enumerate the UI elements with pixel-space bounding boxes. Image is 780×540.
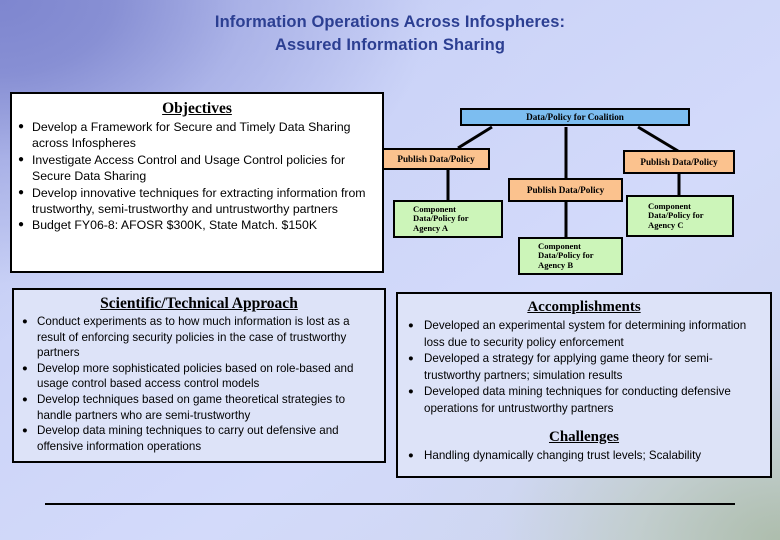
diagram-node-label-line: Agency C xyxy=(648,219,684,230)
bullet-icon: ● xyxy=(18,153,25,165)
challenges-heading: Challenges xyxy=(548,428,619,445)
bullet-icon: ● xyxy=(408,449,414,461)
accomplishments-panel: Accomplishments ● Developed an experimen… xyxy=(396,292,772,478)
accomplishments-list: ● Developed an experimental system for d… xyxy=(408,318,760,418)
diagram-node-label-line: Data/Policy for xyxy=(648,210,704,221)
diagram-node-label: Component Data/Policy for Agency B xyxy=(538,240,594,271)
bullet-icon: ● xyxy=(18,219,25,231)
diagram-node-label: Component Data/Policy for Agency A xyxy=(413,203,469,234)
diagram-node-label: Publish Data/Policy xyxy=(526,185,605,195)
diagram-node-publish-a: Publish Data/Policy xyxy=(382,148,490,170)
diagram-node-label: Publish Data/Policy xyxy=(640,157,718,167)
list-item-text: Handling dynamically changing trust leve… xyxy=(424,448,702,462)
list-item: ● Developed a strategy for applying game… xyxy=(408,351,760,384)
bullet-icon: ● xyxy=(22,425,28,437)
list-item: ● Developed an experimental system for d… xyxy=(408,318,760,351)
list-item-text: Conduct experiments as to how much infor… xyxy=(37,315,350,360)
objectives-heading: Objectives xyxy=(162,100,232,117)
list-item: ● Develop a Framework for Secure and Tim… xyxy=(18,119,376,152)
diagram-node-coalition: Data/Policy for Coalition xyxy=(460,108,690,126)
bullet-icon: ● xyxy=(408,353,414,365)
diagram-node-label-line: Agency A xyxy=(413,222,449,233)
list-item: ● Developed data mining techniques for c… xyxy=(408,384,760,417)
diagram-node-label-line: Data/Policy for xyxy=(413,213,469,224)
bullet-icon: ● xyxy=(408,386,414,398)
page-title: Information Operations Across Infosphere… xyxy=(0,11,780,57)
diagram-node-label: Publish Data/Policy xyxy=(397,154,475,164)
slide-canvas: Information Operations Across Infosphere… xyxy=(0,0,780,540)
list-item: ● Conduct experiments as to how much inf… xyxy=(22,314,376,361)
list-item: ● Handling dynamically changing trust le… xyxy=(408,448,760,465)
list-item-text: Develop techniques based on game theoret… xyxy=(37,392,346,422)
list-item: ● Budget FY06-8: AFOSR $300K, State Matc… xyxy=(18,217,376,233)
bullet-icon: ● xyxy=(22,362,28,374)
diagram-node-label: Data/Policy for Coalition xyxy=(526,112,624,122)
diagram-node-label-line: Data/Policy for xyxy=(538,250,594,261)
list-item-text: Developed an experimental system for det… xyxy=(424,319,747,349)
diagram-node-component-a: Component Data/Policy for Agency A xyxy=(393,200,503,238)
objectives-panel: Objectives ● Develop a Framework for Sec… xyxy=(10,92,384,273)
diagram-node-component-c: Component Data/Policy for Agency C xyxy=(626,195,734,237)
list-item: ● Develop more sophisticated policies ba… xyxy=(22,361,376,392)
diagram-node-label-line: Component xyxy=(648,200,691,211)
diagram-node-label-line: Agency B xyxy=(538,259,574,270)
accomplishments-heading: Accomplishments xyxy=(527,299,641,315)
list-item-text: Develop innovative techniques for extrac… xyxy=(32,185,366,217)
list-item-text: Develop data mining techniques to carry … xyxy=(37,424,339,453)
bullet-icon: ● xyxy=(22,393,28,405)
list-item-text: Budget FY06-8: AFOSR $300K, State Match.… xyxy=(32,218,318,233)
list-item: ● Investigate Access Control and Usage C… xyxy=(18,152,376,185)
footer-divider xyxy=(45,503,735,505)
challenges-list: ● Handling dynamically changing trust le… xyxy=(408,448,760,465)
list-item-text: Developed data mining techniques for con… xyxy=(424,385,731,415)
list-item-text: Investigate Access Control and Usage Con… xyxy=(32,152,346,184)
bullet-icon: ● xyxy=(408,320,414,331)
bullet-icon: ● xyxy=(18,121,25,132)
diagram-node-label: Component Data/Policy for Agency C xyxy=(648,200,704,231)
diagram-node-publish-b: Publish Data/Policy xyxy=(508,178,623,202)
approach-panel: Scientific/Technical Approach ● Conduct … xyxy=(12,288,386,463)
list-item: ● Develop techniques based on game theor… xyxy=(22,392,376,423)
approach-heading: Scientific/Technical Approach xyxy=(100,295,298,312)
list-item: ● Develop innovative techniques for extr… xyxy=(18,185,376,218)
diagram-node-label-line: Component xyxy=(538,240,581,251)
approach-list: ● Conduct experiments as to how much inf… xyxy=(22,314,376,454)
diagram-node-publish-c: Publish Data/Policy xyxy=(623,150,735,174)
bullet-icon: ● xyxy=(22,316,28,327)
bullet-icon: ● xyxy=(18,186,25,198)
title-line-2: Assured Information Sharing xyxy=(274,36,506,54)
architecture-diagram: Data/Policy for Coalition Publish Data/P… xyxy=(380,100,780,290)
list-item-text: Develop a Framework for Secure and Timel… xyxy=(32,120,351,151)
list-item-text: Develop more sophisticated policies base… xyxy=(37,361,354,391)
list-item-text: Developed a strategy for applying game t… xyxy=(424,352,713,382)
title-line-1: Information Operations Across Infosphere… xyxy=(214,13,566,31)
list-item: ● Develop data mining techniques to carr… xyxy=(22,423,376,454)
diagram-node-component-b: Component Data/Policy for Agency B xyxy=(518,237,623,275)
diagram-node-label-line: Component xyxy=(413,203,456,214)
objectives-list: ● Develop a Framework for Secure and Tim… xyxy=(18,119,376,234)
